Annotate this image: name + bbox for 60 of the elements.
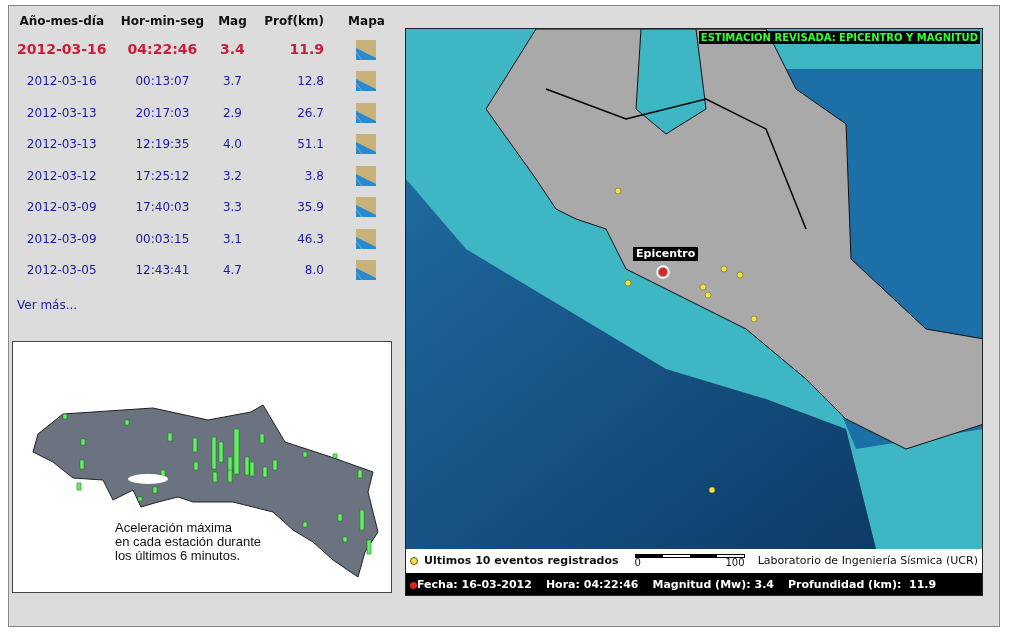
- more-link[interactable]: Ver más...: [17, 296, 78, 314]
- table-cell-text: 2.9: [221, 104, 243, 122]
- table-cell-text: 17:40:03: [134, 199, 191, 217]
- column-header: Mapa: [347, 13, 386, 30]
- map-caption: Aceleración máxima en cada estación durante los últimos 6 minutos.: [115, 521, 262, 563]
- map-thumbnail-icon[interactable]: [356, 39, 377, 60]
- table-cell-text: 2012-03-13: [25, 136, 98, 154]
- column-header: Hor-min-seg: [119, 13, 205, 30]
- map-thumbnail-icon[interactable]: [356, 165, 377, 186]
- table-cell-text: 46.3: [296, 230, 325, 248]
- table-cell-text: 17:25:12: [134, 167, 191, 185]
- map-thumbnail-icon[interactable]: [356, 134, 377, 155]
- map-thumbnail-icon[interactable]: [356, 102, 377, 123]
- info-text: Fecha: 16-03-2012: [417, 576, 532, 593]
- table-cell-text: 00:03:15: [134, 230, 191, 248]
- table-cell-text: 4.0: [221, 136, 243, 154]
- column-header: Prof(km): [263, 13, 325, 30]
- table-cell-text: 26.7: [296, 104, 325, 122]
- table-cell-text: 8.0: [303, 262, 325, 280]
- scale-label: 0: [634, 558, 641, 568]
- table-cell-text: 51.1: [296, 136, 325, 154]
- map-thumbnail-icon[interactable]: [356, 197, 377, 218]
- table-cell-text: 00:13:07: [134, 73, 191, 91]
- map-title: ESTIMACION REVISADA: EPICENTRO Y MAGNITUD: [698, 31, 980, 44]
- table-cell-text: 3.7: [221, 73, 243, 91]
- table-cell-text: 4.7: [221, 262, 243, 280]
- table-cell-text: 12:43:41: [134, 262, 191, 280]
- table-cell-text: 3.4: [219, 40, 246, 60]
- map-thumbnail-icon[interactable]: [356, 71, 377, 92]
- event-dot-icon: [614, 187, 758, 494]
- table-cell-text: 11.9: [288, 40, 325, 60]
- table-cell-text: 2012-03-05: [25, 262, 98, 280]
- credit-text: Laboratorio de Ingeniería Sísmica (UCR): [757, 552, 978, 569]
- scale-label: 100: [725, 558, 745, 568]
- table-cell-text: 3.2: [221, 167, 243, 185]
- map-thumbnail-icon[interactable]: [356, 260, 377, 281]
- epicenter-label: Epicentro: [633, 247, 699, 261]
- table-cell-text: 04:22:46: [126, 40, 199, 60]
- table-cell-text: 3.3: [221, 199, 243, 217]
- table-cell-text: 2012-03-16: [15, 40, 108, 60]
- scale-bar-icon: [634, 554, 745, 558]
- info-text: Profundidad (km): 11.9: [788, 576, 937, 593]
- map-thumbnail-icon[interactable]: [356, 228, 377, 249]
- table-cell-text: 2012-03-09: [25, 199, 98, 217]
- info-text: Magnitud (Mw): 3.4: [652, 576, 774, 593]
- column-header: Mag: [217, 13, 248, 30]
- table-cell-text: 2012-03-13: [25, 104, 98, 122]
- epicenter-marker-icon: [656, 265, 670, 279]
- info-text: Hora: 04:22:46: [545, 576, 639, 593]
- table-cell-text: 2012-03-16: [25, 73, 98, 91]
- table-cell-text: 12.8: [296, 73, 325, 91]
- table-cell-text: 20:17:03: [134, 104, 191, 122]
- table-cell-text: 2012-03-12: [25, 167, 98, 185]
- table-cell-text: 2012-03-09: [25, 230, 98, 248]
- table-cell-text: 12:19:35: [134, 136, 191, 154]
- table-cell-text: 35.9: [296, 199, 325, 217]
- table-cell-text: 3.8: [303, 167, 325, 185]
- legend-text: Ultimos 10 eventos registrados: [424, 552, 619, 569]
- column-header: Año-mes-día: [18, 13, 106, 30]
- table-cell-text: 3.1: [221, 230, 243, 248]
